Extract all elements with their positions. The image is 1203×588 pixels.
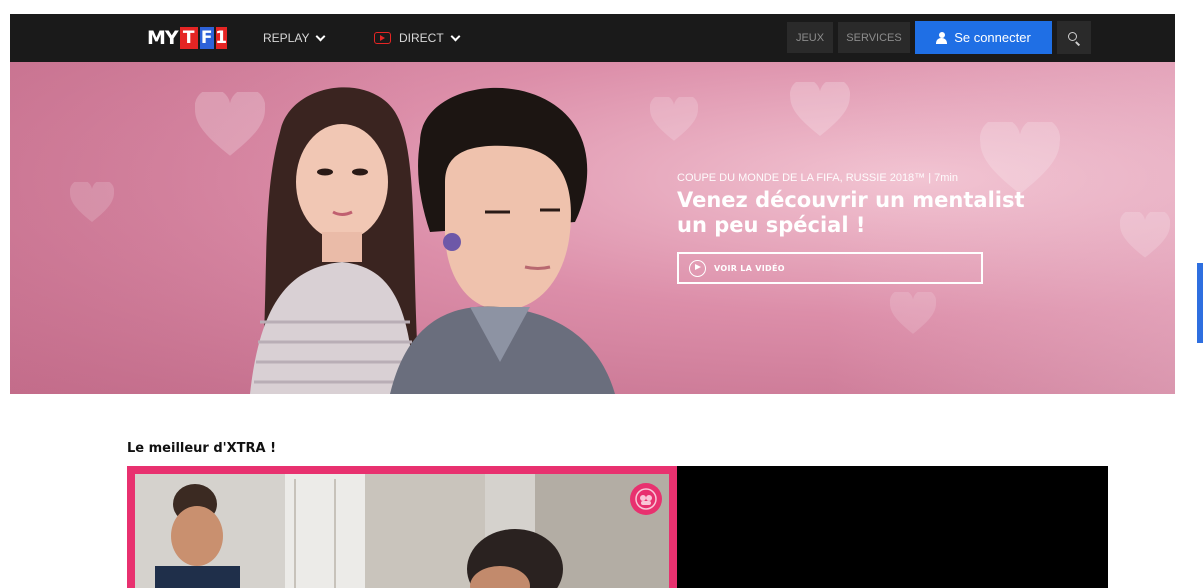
nav-direct-menu[interactable]: DIRECT <box>374 14 461 62</box>
heart-decoration <box>890 292 936 334</box>
heart-decoration <box>980 122 1060 194</box>
chevron-down-icon <box>316 31 326 41</box>
featured-video-thumbnail <box>135 474 669 588</box>
feedback-side-tab[interactable] <box>1197 263 1203 343</box>
section-title: Le meilleur d'XTRA ! <box>127 441 277 456</box>
hero-title: Venez découvrir un mentalist un peu spéc… <box>677 188 1025 237</box>
watch-video-label: VOIR LA VIDÉO <box>714 263 785 273</box>
heart-decoration <box>650 97 698 141</box>
login-button-label: Se connecter <box>954 30 1031 45</box>
thumbnail-scene <box>135 474 669 588</box>
play-circle-icon <box>689 259 706 277</box>
hero-banner[interactable]: COUPE DU MONDE DE LA FIFA, RUSSIE 2018™ … <box>10 62 1175 394</box>
watch-video-button[interactable]: VOIR LA VIDÉO <box>677 252 983 284</box>
nav-replay-label: REPLAY <box>263 31 310 45</box>
top-nav: MY T F 1 REPLAY DIRECT JEUX SERVICES Se … <box>10 14 1175 62</box>
user-icon <box>936 31 948 44</box>
search-button[interactable] <box>1057 21 1091 54</box>
nav-jeux-link[interactable]: JEUX <box>787 22 833 53</box>
badge-icon <box>630 483 662 515</box>
heart-decoration <box>790 82 850 136</box>
logo-my: MY <box>147 27 179 49</box>
nav-direct-label: DIRECT <box>399 31 444 45</box>
nav-services-link[interactable]: SERVICES <box>838 22 910 53</box>
hero-characters-illustration <box>250 87 615 394</box>
logo-f: F <box>199 27 214 49</box>
nav-replay-menu[interactable]: REPLAY <box>263 14 326 62</box>
hero-meta: COUPE DU MONDE DE LA FIFA, RUSSIE 2018™ … <box>677 172 958 184</box>
login-button[interactable]: Se connecter <box>915 21 1052 54</box>
featured-video-card[interactable] <box>127 466 677 588</box>
mytf1-logo[interactable]: MY T F 1 <box>147 25 227 51</box>
live-tv-icon <box>374 32 391 44</box>
logo-one: 1 <box>215 27 228 49</box>
heart-decoration <box>70 182 114 222</box>
video-preview-panel[interactable] <box>677 466 1108 588</box>
chevron-down-icon <box>450 31 461 41</box>
logo-t: T <box>179 27 198 49</box>
search-icon <box>1068 31 1081 46</box>
heart-decoration <box>1120 212 1170 258</box>
page: MY T F 1 REPLAY DIRECT JEUX SERVICES Se … <box>0 0 1203 588</box>
